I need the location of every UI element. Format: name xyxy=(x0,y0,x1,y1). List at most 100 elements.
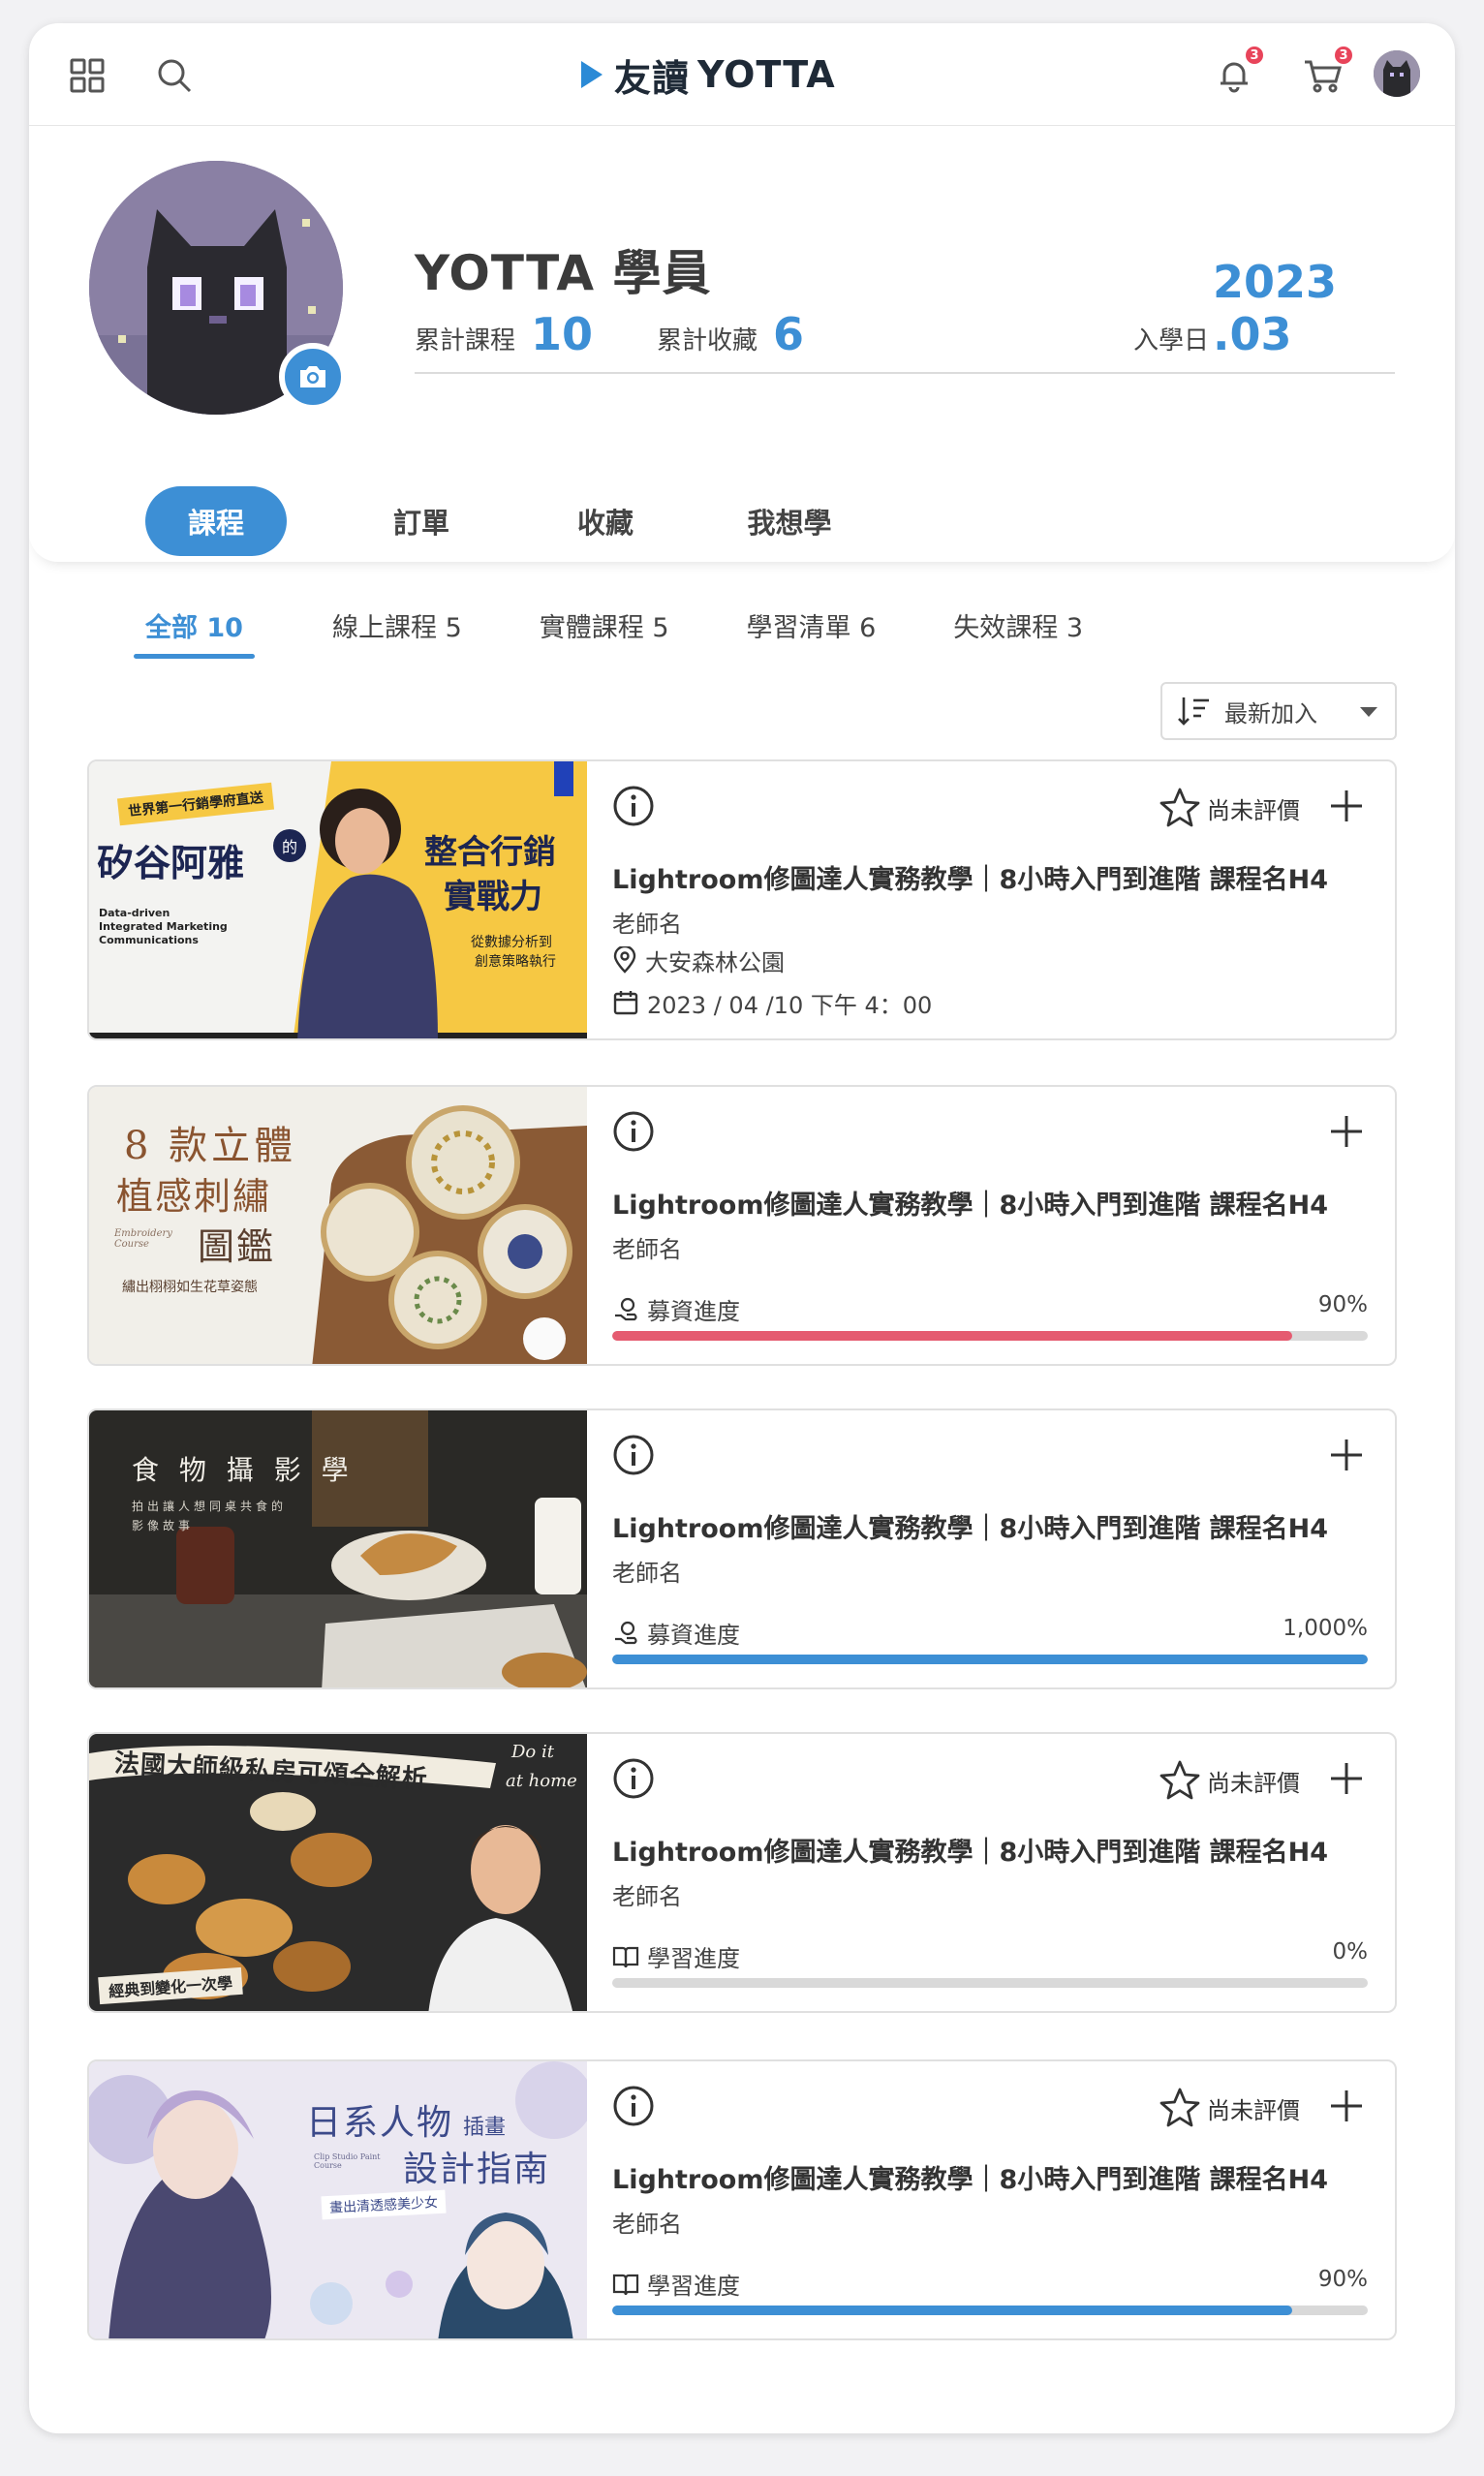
learning-progress-label: 學習進度 xyxy=(612,2267,740,2301)
thumb-text-sub: 繡出栩栩如生花草姿態 xyxy=(122,1280,258,1295)
progress-bar-fill xyxy=(612,1331,1292,1341)
course-thumbnail-3: 食 物 攝 影 學 拍出讓人想同桌共食的 影像故事 xyxy=(89,1410,587,1687)
learning-progress-row: 學習進度 0% xyxy=(612,1939,1369,1972)
profile-stats: 累計課程 10 累計收藏 6 入學日 2023 .03 xyxy=(415,256,1395,374)
add-icon[interactable] xyxy=(1327,1759,1366,1798)
thumb-text-sub-1: 從數據分析到 xyxy=(471,935,552,950)
subtab-all[interactable]: 全部 10 xyxy=(134,595,255,672)
course-title[interactable]: Lightroom修圖達人實務教學｜8小時入門到進階 課程名H4 xyxy=(612,2158,1328,2196)
progress-bar xyxy=(612,1331,1368,1341)
funding-progress-label: 募資進度 xyxy=(612,1616,740,1650)
add-icon[interactable] xyxy=(1327,2087,1366,2125)
course-location: 大安森林公園 xyxy=(612,945,785,976)
joined-date-label: 入學日 xyxy=(1133,326,1210,356)
course-title[interactable]: Lightroom修圖達人實務教學｜8小時入門到進階 課程名H4 xyxy=(612,1184,1328,1222)
info-icon[interactable] xyxy=(612,1110,655,1153)
favorites-count-value: 6 xyxy=(773,308,805,360)
info-icon[interactable] xyxy=(612,1434,655,1476)
user-avatar-small[interactable] xyxy=(1374,50,1420,97)
thumb-text-sub-2: 影像故事 xyxy=(132,1519,195,1532)
star-icon xyxy=(1159,2088,1200,2127)
progress-bar xyxy=(612,1978,1368,1988)
progress-percent: 90% xyxy=(1317,1292,1368,1317)
course-filter-tabs: 全部 10 線上課程 5 實體課程 5 學習清單 6 失效課程 3 xyxy=(134,595,1131,672)
progress-percent: 1,000% xyxy=(1283,1616,1368,1641)
brand-name: 友讀 xyxy=(614,56,691,100)
courses-count-label: 累計課程 xyxy=(415,326,516,356)
course-card-4[interactable]: 法國大師級私房可頌全解析 Do it at home 經典到變化一次學 尚未評價… xyxy=(87,1732,1397,2013)
course-title[interactable]: Lightroom修圖達人實務教學｜8小時入門到進階 課程名H4 xyxy=(612,1507,1328,1545)
cart-badge: 3 xyxy=(1333,45,1354,66)
thumb-text-headline-1: 8 款立體 xyxy=(124,1124,297,1168)
info-icon[interactable] xyxy=(612,785,655,827)
rate-button[interactable]: 尚未評價 xyxy=(1159,2087,1300,2129)
progress-label-text: 募資進度 xyxy=(647,1298,740,1325)
subtab-expired[interactable]: 失效課程 3 xyxy=(953,595,1083,672)
add-icon[interactable] xyxy=(1327,787,1366,825)
funding-progress-label: 募資進度 xyxy=(612,1292,740,1326)
funding-progress-row: 募資進度 90% xyxy=(612,1292,1368,1325)
thumb-text-en-2: at home xyxy=(506,1771,577,1791)
book-open-icon xyxy=(612,1946,639,1967)
main-tabs: 課程 訂單 收藏 我想學 xyxy=(145,486,881,556)
courses-count-value: 10 xyxy=(531,308,594,360)
subtab-learning-list[interactable]: 學習清單 6 xyxy=(747,595,877,672)
progress-percent: 0% xyxy=(1332,1939,1369,1965)
add-icon[interactable] xyxy=(1327,1436,1366,1474)
sort-dropdown[interactable]: 最新加入 xyxy=(1160,682,1397,740)
thumb-text-sub-2: 創意策略執行 xyxy=(475,954,556,970)
tab-wishlist[interactable]: 我想學 xyxy=(697,486,881,556)
progress-bar xyxy=(612,1655,1368,1664)
course-thumbnail-2: 8 款立體 植感刺繡 圖鑑 Embroidery Course 繡出栩栩如生花草… xyxy=(89,1087,587,1364)
rate-button[interactable]: 尚未評價 xyxy=(1159,787,1300,829)
notification-badge: 3 xyxy=(1244,45,1265,66)
datetime-text: 2023 / 04 /10 下午 4：00 xyxy=(647,991,933,1019)
top-bar: 友讀 YOTTA 3 3 xyxy=(29,23,1455,126)
favorites-count-label: 累計收藏 xyxy=(657,326,758,356)
notification-button[interactable]: 3 xyxy=(1211,45,1265,99)
course-card-5[interactable]: 日系人物 插畫 設計指南 畫出清透感美少女 Clip Studio Paint … xyxy=(87,2059,1397,2340)
thumb-text-name: 矽谷阿雅 xyxy=(97,841,245,884)
thumb-text-en-1: Do it xyxy=(511,1742,554,1762)
course-teacher: 老師名 xyxy=(612,2211,682,2238)
course-title[interactable]: Lightroom修圖達人實務教學｜8小時入門到進階 課程名H4 xyxy=(612,1831,1328,1869)
book-open-icon xyxy=(612,2274,639,2295)
thumb-text-headline-1: 整合行銷 xyxy=(424,833,556,872)
change-avatar-button[interactable] xyxy=(279,343,347,411)
sort-icon xyxy=(1178,697,1209,726)
thumb-text-headline-2: 實戰力 xyxy=(444,878,542,916)
add-icon[interactable] xyxy=(1327,1112,1366,1151)
brand-name-en: YOTTA xyxy=(697,53,836,96)
star-icon xyxy=(1159,1760,1200,1800)
course-thumbnail-4: 法國大師級私房可頌全解析 Do it at home 經典到變化一次學 xyxy=(89,1734,587,2011)
search-icon[interactable] xyxy=(151,52,198,99)
course-card-2[interactable]: 8 款立體 植感刺繡 圖鑑 Embroidery Course 繡出栩栩如生花草… xyxy=(87,1085,1397,1366)
course-title[interactable]: Lightroom修圖達人實務教學｜8小時入門到進階 課程名H4 xyxy=(612,858,1328,896)
progress-label-text: 學習進度 xyxy=(647,2273,740,2300)
camera-icon xyxy=(300,366,325,387)
joined-date-value: 2023 .03 xyxy=(1213,256,1338,360)
tab-orders[interactable]: 訂單 xyxy=(329,486,513,556)
thumb-text-sub-1: 拍出讓人想同桌共食的 xyxy=(132,1500,288,1513)
location-text: 大安森林公園 xyxy=(645,948,785,976)
course-datetime: 2023 / 04 /10 下午 4：00 xyxy=(612,988,933,1019)
course-card-1[interactable]: 世界第一行銷學府直送 矽谷阿雅 的 整合行銷 實戰力 從數據分析到 創意策略執行… xyxy=(87,759,1397,1040)
profile-name: YOTTA 學員 xyxy=(415,245,712,301)
location-pin-icon xyxy=(613,946,636,974)
course-teacher: 老師名 xyxy=(612,1883,682,1910)
brand-logo[interactable]: 友讀 YOTTA xyxy=(581,50,836,100)
subtab-physical[interactable]: 實體課程 5 xyxy=(540,595,669,672)
tab-favorites[interactable]: 收藏 xyxy=(513,486,697,556)
info-icon[interactable] xyxy=(612,2085,655,2127)
info-icon[interactable] xyxy=(612,1757,655,1800)
cart-button[interactable]: 3 xyxy=(1300,45,1354,99)
thumb-text-en-3: Communications xyxy=(99,934,199,946)
subtab-online[interactable]: 線上課程 5 xyxy=(332,595,462,672)
grid-icon[interactable] xyxy=(64,52,110,99)
rate-button[interactable]: 尚未評價 xyxy=(1159,1759,1300,1802)
thumb-text-de: 的 xyxy=(273,829,306,862)
course-teacher: 老師名 xyxy=(612,1236,682,1263)
funding-progress-row: 募資進度 1,000% xyxy=(612,1616,1368,1649)
tab-courses[interactable]: 課程 xyxy=(145,486,287,556)
course-card-3[interactable]: 食 物 攝 影 學 拍出讓人想同桌共食的 影像故事 Lightroom修圖達人實… xyxy=(87,1408,1397,1689)
